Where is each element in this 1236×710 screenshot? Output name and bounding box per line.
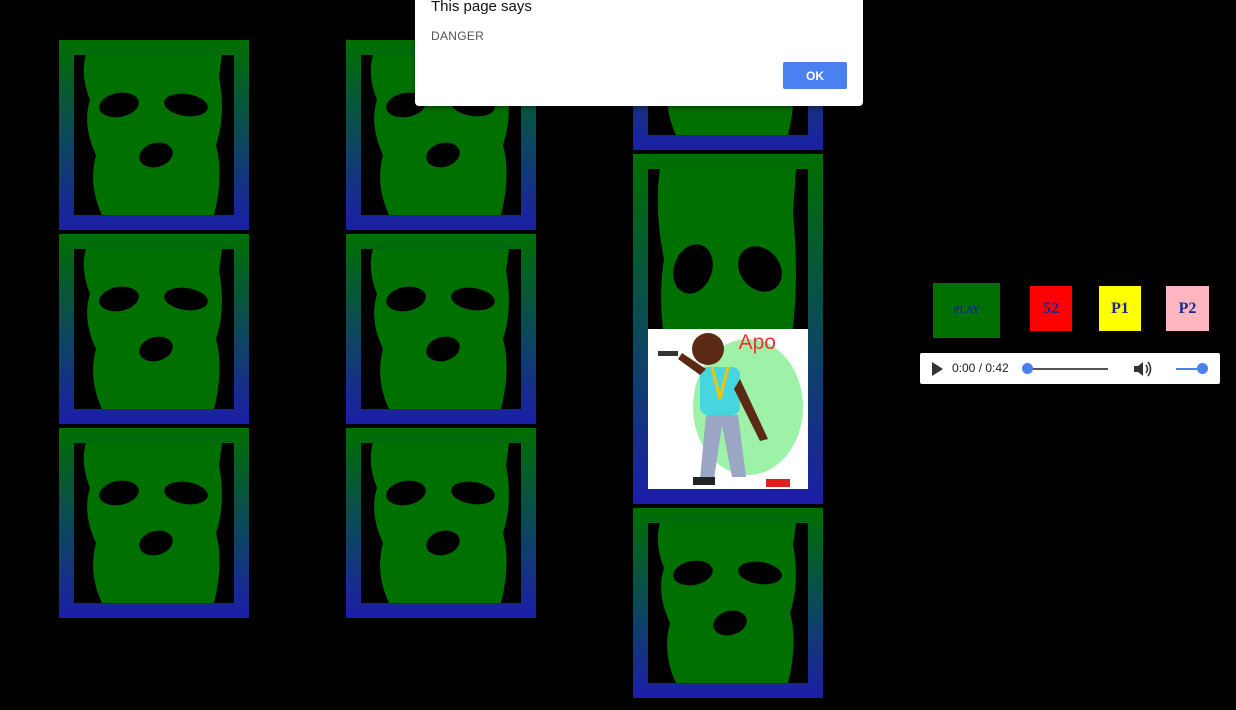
tile-mask[interactable] xyxy=(346,428,536,618)
tile-mask[interactable] xyxy=(59,428,249,618)
balaclava-icon xyxy=(83,55,222,215)
player-2-button[interactable]: P2 xyxy=(1166,286,1209,331)
singer-illustration xyxy=(658,333,803,487)
ok-button[interactable]: OK xyxy=(783,62,847,89)
dialog-title: This page says xyxy=(431,0,532,15)
revealed-card-apo[interactable]: Apo xyxy=(648,329,808,489)
card-label: Apo xyxy=(738,331,776,354)
tile-mask[interactable] xyxy=(59,40,249,230)
balaclava-icon xyxy=(657,523,796,683)
dialog-message: DANGER xyxy=(431,29,485,43)
balaclava-icon xyxy=(83,443,222,603)
balaclava-icon xyxy=(83,249,222,409)
tile-mask[interactable] xyxy=(633,508,823,698)
play-icon[interactable] xyxy=(932,362,943,376)
button-52[interactable]: 52 xyxy=(1030,286,1072,331)
seek-bar[interactable] xyxy=(1028,368,1108,370)
balaclava-icon xyxy=(370,443,509,603)
balaclava-icon xyxy=(370,249,509,409)
volume-thumb[interactable] xyxy=(1197,363,1208,374)
audio-player: 0:00 / 0:42 xyxy=(920,353,1220,384)
volume-icon[interactable] xyxy=(1132,360,1154,378)
tile-mask[interactable] xyxy=(346,234,536,424)
play-button[interactable]: PLAY xyxy=(933,283,1000,338)
player-1-button[interactable]: P1 xyxy=(1099,286,1141,331)
alert-dialog: This page says DANGER OK xyxy=(415,0,863,106)
tile-mask[interactable] xyxy=(59,234,249,424)
seek-thumb[interactable] xyxy=(1022,363,1033,374)
audio-time: 0:00 / 0:42 xyxy=(952,361,1009,375)
